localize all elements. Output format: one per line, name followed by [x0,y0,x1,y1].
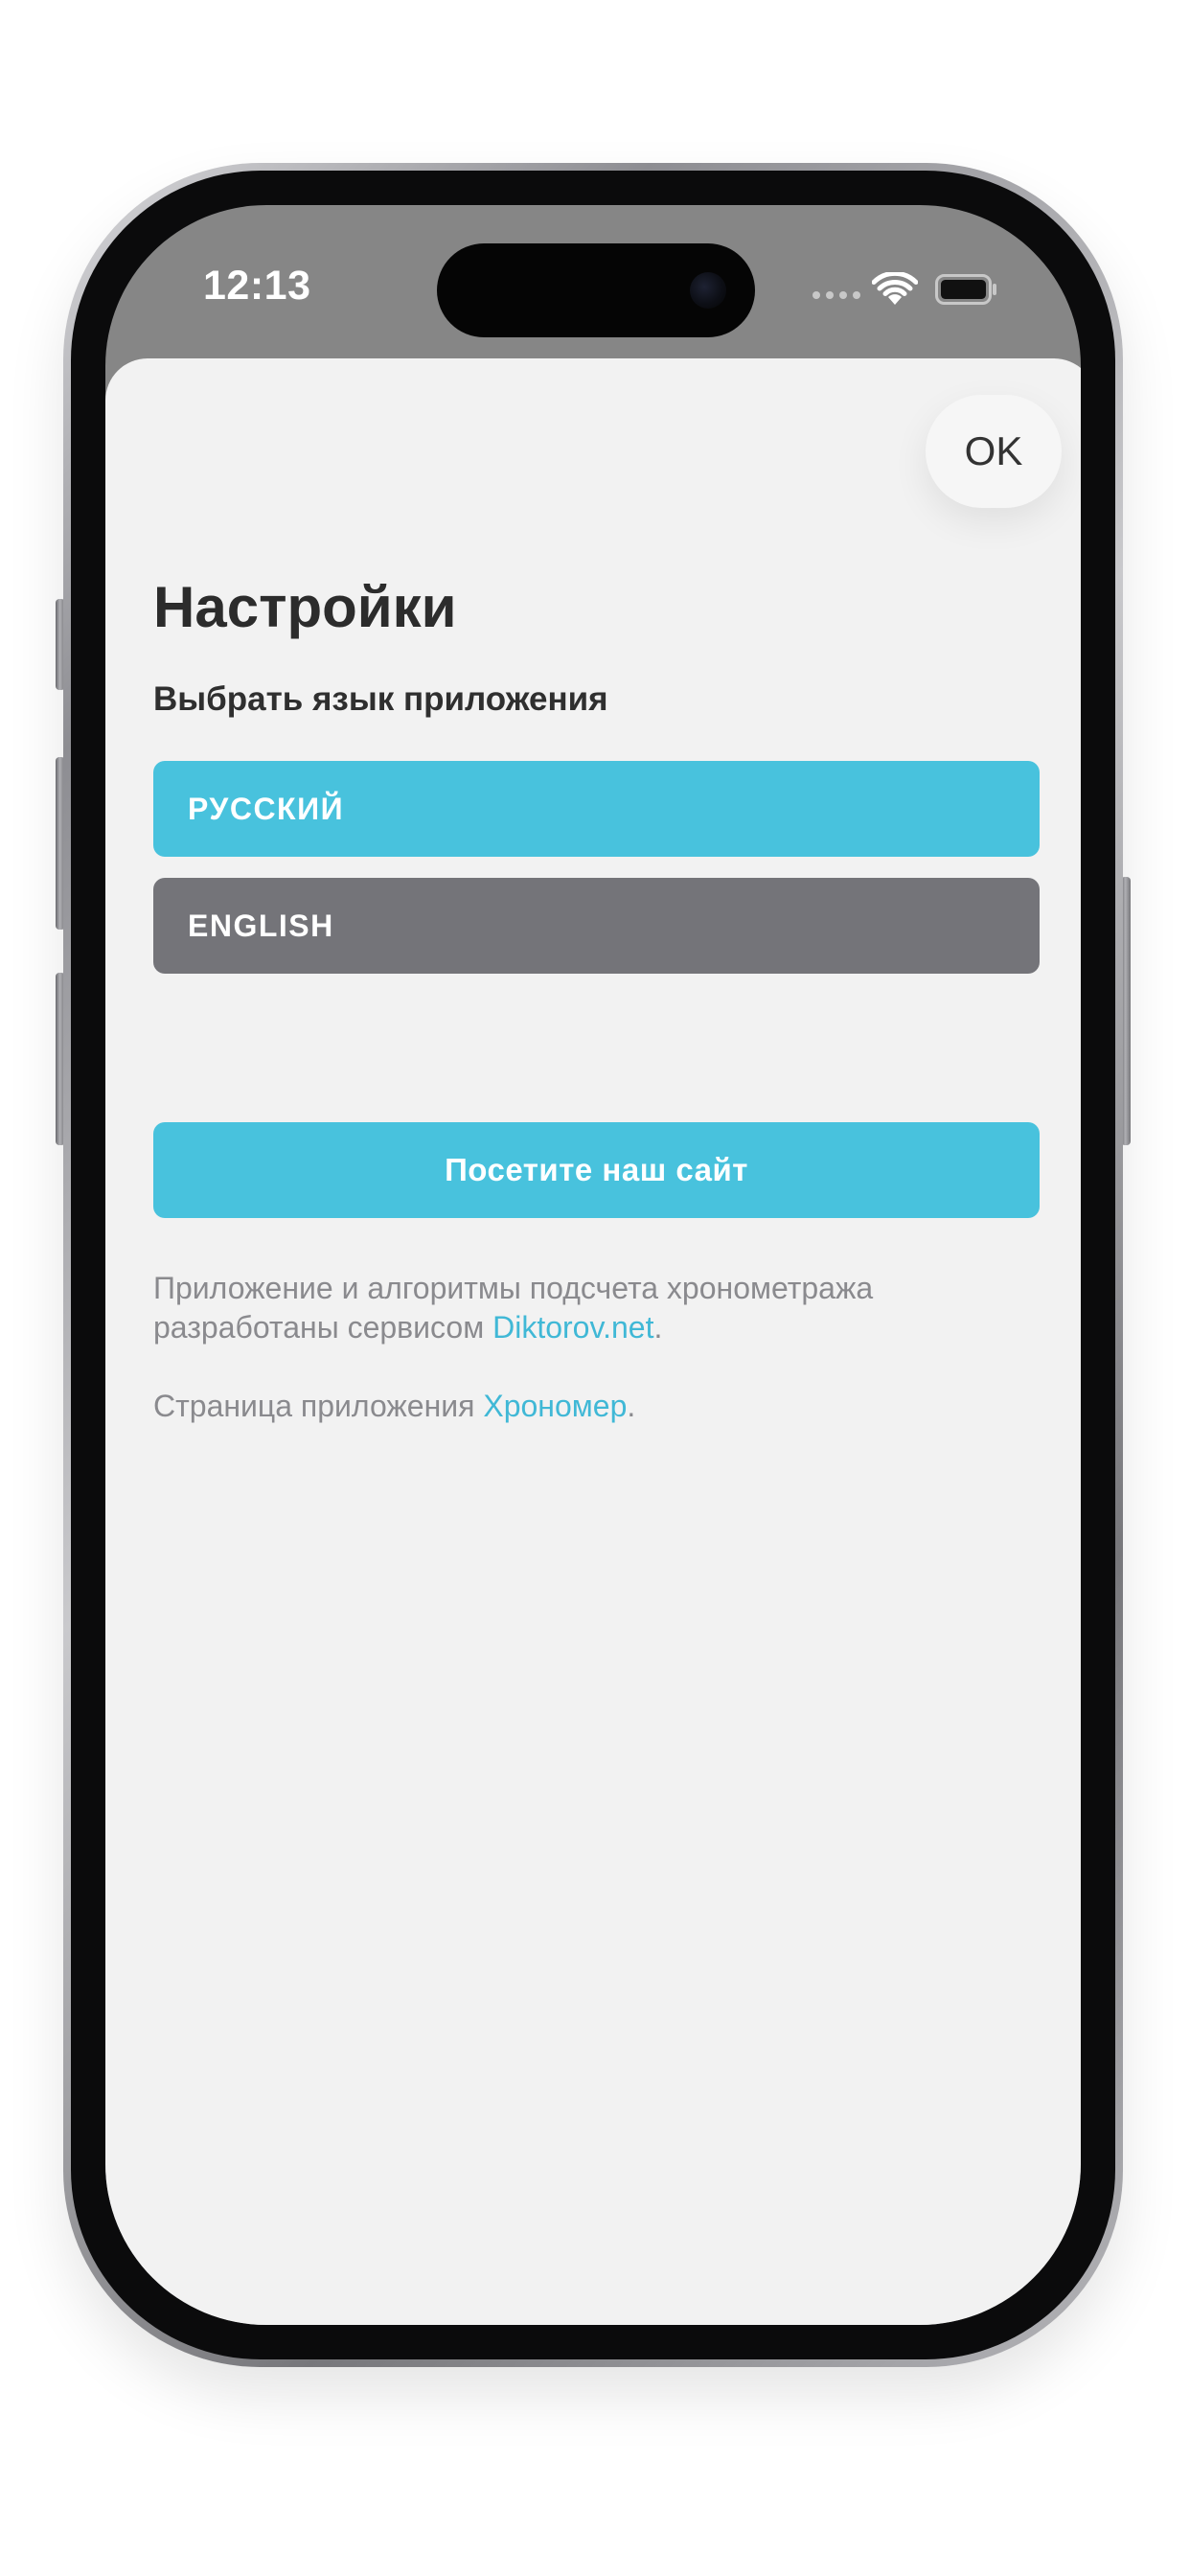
diktorov-link[interactable]: Diktorov.net [492,1310,653,1345]
battery-icon [935,274,996,305]
phone-screen: 12:13 OK Настройки Выбрать язык приложен… [105,205,1081,2325]
app-page-prefix: Страница приложения [153,1389,484,1423]
developer-info-suffix: . [653,1310,663,1345]
phone-frame: 12:13 OK Настройки Выбрать язык приложен… [63,163,1123,2367]
app-page-text: Страница приложения Хрономер. [153,1387,1016,1426]
settings-sheet: OK Настройки Выбрать язык приложения РУС… [105,358,1081,2325]
app-page-suffix: . [627,1389,636,1423]
camera-icon [690,272,726,309]
visit-site-button[interactable]: Посетите наш сайт [153,1122,1040,1218]
signal-dots-icon [812,291,860,299]
chronometer-link[interactable]: Хрономер [483,1389,627,1423]
developer-info-text: Приложение и алгоритмы подсчета хрономет… [153,1269,1016,1347]
dynamic-island [437,243,755,337]
language-section-label: Выбрать язык приложения [153,680,608,718]
phone-bezel: 12:13 OK Настройки Выбрать язык приложен… [71,171,1115,2359]
page-title: Настройки [153,575,457,639]
wifi-icon [872,272,918,305]
language-english-button[interactable]: ENGLISH [153,878,1040,974]
ok-button[interactable]: OK [926,395,1062,508]
language-russian-button[interactable]: РУССКИЙ [153,761,1040,857]
status-time: 12:13 [203,263,311,309]
